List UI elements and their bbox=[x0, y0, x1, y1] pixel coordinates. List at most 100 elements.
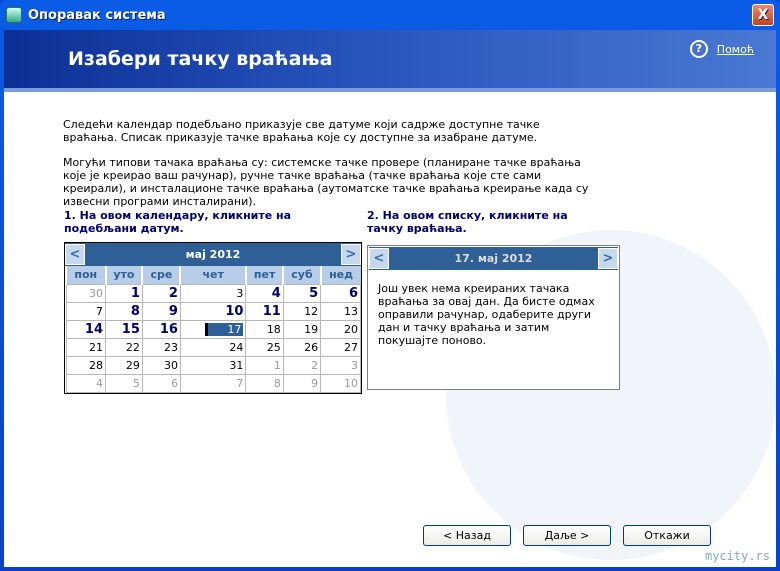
cancel-button[interactable]: Откажи bbox=[623, 525, 711, 546]
weekday-header: нед bbox=[319, 266, 361, 284]
day-number: 6 bbox=[170, 376, 178, 390]
calendar-day[interactable]: 28 bbox=[65, 355, 107, 375]
day-number: 10 bbox=[344, 376, 358, 390]
calendar-day[interactable]: 4 bbox=[245, 283, 284, 303]
calendar-day[interactable]: 25 bbox=[245, 337, 284, 357]
calendar-day[interactable]: 16 bbox=[141, 319, 181, 339]
system-restore-window: Опоравак система X Изабери тачку враћања… bbox=[0, 0, 780, 571]
calendar-day[interactable]: 24 bbox=[179, 337, 247, 357]
calendar-day[interactable]: 27 bbox=[320, 337, 361, 357]
calendar-day[interactable]: 13 bbox=[320, 301, 361, 321]
calendar-day[interactable]: 29 bbox=[105, 355, 143, 375]
window-title: Опоравак система bbox=[28, 7, 166, 23]
calendar-day[interactable]: 10 bbox=[179, 301, 247, 321]
back-button[interactable]: < Назад bbox=[423, 525, 511, 546]
page-title: Изабери тачку враћања bbox=[68, 48, 333, 70]
next-day-button[interactable]: > bbox=[597, 248, 618, 269]
calendar-day[interactable]: 23 bbox=[141, 337, 181, 357]
day-number: 24 bbox=[229, 340, 244, 354]
calendar-day[interactable]: 1 bbox=[245, 355, 284, 375]
header-divider bbox=[4, 88, 776, 92]
weekday-header: пет bbox=[244, 266, 284, 284]
calendar-day[interactable]: 10 bbox=[320, 373, 361, 393]
restore-point-list: < 17. мај 2012 > Још увек нема креираних… bbox=[367, 245, 620, 390]
calendar-day[interactable]: 19 bbox=[282, 319, 322, 339]
prev-day-button[interactable]: < bbox=[369, 248, 389, 269]
day-number: 5 bbox=[132, 376, 140, 390]
calendar-day[interactable]: 7 bbox=[179, 373, 247, 393]
day-number: 11 bbox=[262, 303, 281, 319]
day-number: 10 bbox=[225, 303, 244, 319]
day-number: 26 bbox=[304, 340, 319, 354]
list-date: 17. мај 2012 bbox=[454, 252, 533, 265]
calendar-day[interactable]: 7 bbox=[65, 301, 107, 321]
calendar-day[interactable]: 6 bbox=[320, 283, 361, 303]
day-number: 7 bbox=[96, 304, 104, 318]
calendar-day-selected[interactable]: 17 bbox=[179, 319, 247, 339]
next-button[interactable]: Даље > bbox=[523, 525, 611, 546]
day-number: 8 bbox=[130, 303, 140, 319]
calendar-day[interactable]: 14 bbox=[65, 319, 107, 339]
day-number: 19 bbox=[304, 322, 319, 336]
day-number: 23 bbox=[163, 340, 178, 354]
prev-month-button[interactable]: < bbox=[65, 244, 85, 265]
help-link[interactable]: Помоћ bbox=[717, 43, 754, 56]
calendar-day[interactable]: 18 bbox=[245, 319, 284, 339]
day-number: 8 bbox=[273, 376, 281, 390]
day-number: 5 bbox=[309, 285, 319, 301]
weekday-header: чет bbox=[179, 266, 246, 284]
calendar-day[interactable]: 8 bbox=[105, 301, 143, 321]
calendar: < мај 2012 > пон уто сре чет пет суб нед 30 1 2 3… bbox=[64, 242, 362, 394]
calendar-day[interactable]: 6 bbox=[141, 373, 181, 393]
next-month-button[interactable]: > bbox=[340, 244, 361, 265]
calendar-day[interactable]: 4 bbox=[65, 373, 107, 393]
weekday-header: пон bbox=[65, 266, 106, 284]
watermark-text: mycity.rs bbox=[704, 549, 770, 563]
calendar-day[interactable]: 21 bbox=[65, 337, 107, 357]
calendar-day[interactable]: 31 bbox=[179, 355, 247, 375]
calendar-day[interactable]: 3 bbox=[179, 283, 247, 303]
calendar-day[interactable]: 20 bbox=[320, 319, 361, 339]
calendar-day[interactable]: 9 bbox=[282, 373, 322, 393]
day-number: 4 bbox=[96, 376, 104, 390]
calendar-day[interactable]: 26 bbox=[282, 337, 322, 357]
calendar-day[interactable]: 30 bbox=[141, 355, 181, 375]
client-area: Изабери тачку враћања ? Помоћ Следећи ка… bbox=[4, 30, 776, 567]
calendar-day[interactable]: 5 bbox=[105, 373, 143, 393]
calendar-day[interactable]: 3 bbox=[320, 355, 361, 375]
calendar-day[interactable]: 15 bbox=[105, 319, 143, 339]
calendar-day[interactable]: 8 bbox=[245, 373, 284, 393]
close-button[interactable]: X bbox=[752, 4, 774, 26]
day-number: 30 bbox=[163, 358, 178, 372]
calendar-day[interactable]: 1 bbox=[105, 283, 143, 303]
day-number: 20 bbox=[344, 322, 358, 336]
calendar-day[interactable]: 5 bbox=[282, 283, 322, 303]
day-number: 22 bbox=[125, 340, 140, 354]
calendar-day[interactable]: 2 bbox=[141, 283, 181, 303]
calendar-day[interactable]: 11 bbox=[245, 301, 284, 321]
calendar-month: мај 2012 bbox=[185, 248, 241, 261]
day-number: 1 bbox=[273, 358, 281, 372]
title-bar: Опоравак система X bbox=[0, 0, 780, 30]
calendar-week: 14 15 16 17 18 19 20 bbox=[65, 319, 361, 339]
day-number: 17 bbox=[205, 322, 244, 336]
step2-label: 2. На овом списку, кликните на тачку вра… bbox=[367, 209, 568, 235]
weekday-header: уто bbox=[104, 266, 143, 284]
calendar-day[interactable]: 30 bbox=[65, 283, 107, 303]
intro-text: Следећи календар подебљано приказује све… bbox=[63, 118, 540, 144]
calendar-week: 28 29 30 31 1 2 3 bbox=[65, 355, 361, 375]
help-icon[interactable]: ? bbox=[689, 40, 708, 58]
day-number: 25 bbox=[266, 340, 281, 354]
day-number: 3 bbox=[351, 358, 358, 372]
weekday-header: суб bbox=[282, 266, 321, 284]
calendar-day[interactable]: 22 bbox=[105, 337, 143, 357]
calendar-day[interactable]: 12 bbox=[282, 301, 322, 321]
calendar-day[interactable]: 2 bbox=[282, 355, 322, 375]
day-number: 14 bbox=[84, 321, 104, 337]
day-number: 31 bbox=[229, 358, 244, 372]
day-number: 13 bbox=[344, 304, 358, 318]
day-number: 3 bbox=[236, 286, 244, 300]
day-number: 16 bbox=[159, 321, 178, 337]
system-restore-icon bbox=[6, 7, 22, 23]
calendar-day[interactable]: 9 bbox=[141, 301, 181, 321]
